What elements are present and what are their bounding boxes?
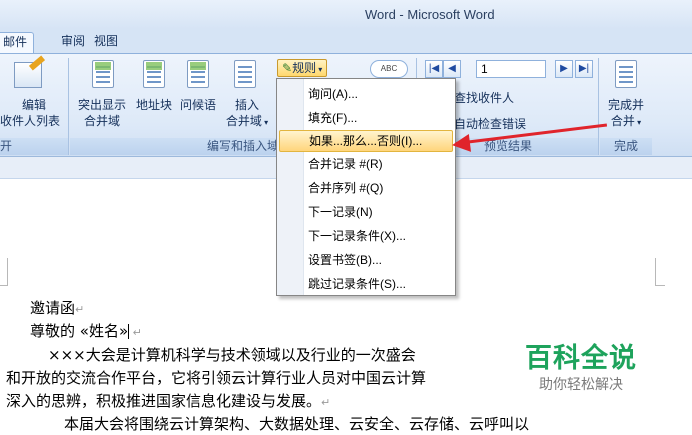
finish-label-2-text: 合并 <box>610 114 635 128</box>
finish-merge-button[interactable]: 完成并 合并 ▾ <box>600 58 652 138</box>
chevron-down-icon: ▾ <box>316 65 323 74</box>
menu-item-skip-record-if[interactable]: 跳过记录条件(S)... <box>279 273 453 295</box>
watermark: 百科全说 助你轻松解决 <box>516 343 646 393</box>
edit-label-2: 收件人列表 <box>0 114 60 128</box>
menu-item-next-record[interactable]: 下一记录(N) <box>279 201 453 223</box>
paragraph-mark-icon: ↵ <box>129 326 142 339</box>
annotation-arrow-icon <box>450 133 472 155</box>
finish-label-2: 合并 ▾ <box>600 114 652 130</box>
margin-corner-left <box>0 258 8 286</box>
previous-record-button[interactable]: ◀ <box>443 60 461 78</box>
rules-dropdown-menu: 询问(A)... 填充(F)... 如果...那么...否则(I)... 合并记… <box>276 78 456 296</box>
document-line-1-text: 邀请函 <box>30 299 76 317</box>
next-record-button[interactable]: ▶ <box>555 60 573 78</box>
insert-field-icon <box>234 60 256 88</box>
menu-item-merge-sequence[interactable]: 合并序列 #(Q) <box>279 177 453 199</box>
first-record-button[interactable]: |◀ <box>425 60 443 78</box>
auto-check-errors-label: 自动检查错误 <box>454 117 527 131</box>
watermark-title: 百科全说 <box>525 343 637 374</box>
tab-view[interactable]: 视图 <box>88 32 124 53</box>
group-label-finish: 完成 <box>600 138 652 155</box>
highlight-label-1: 突出显示 <box>77 98 126 112</box>
paragraph-mark-icon: ↵ <box>75 303 85 316</box>
greeting-line-label: 问候语 <box>179 98 216 112</box>
recipient-list-icon <box>14 55 46 88</box>
document-line-2[interactable]: 尊敬的 «姓名» ↵ <box>30 320 142 341</box>
insert-label-1: 插入 <box>234 98 259 112</box>
address-block-icon <box>143 60 165 88</box>
group-label-start: 开 <box>0 138 68 155</box>
record-number-input[interactable]: 1 <box>476 60 546 78</box>
dropdown-arrow-icon: ▾ <box>634 118 642 127</box>
paragraph-mark-icon: ↵ <box>321 396 331 409</box>
preview-results-icon[interactable]: ABC <box>370 60 408 78</box>
menu-item-if-then-else[interactable]: 如果...那么...否则(I)... <box>279 130 453 152</box>
find-recipient-label: 查找收件人 <box>454 91 515 105</box>
window-title: Word - Microsoft Word <box>365 7 495 22</box>
edit-recipient-list-button[interactable]: 编辑 收件人列表 <box>0 55 68 138</box>
menu-item-ask[interactable]: 询问(A)... <box>279 83 453 105</box>
dropdown-arrow-icon: ▾ <box>261 118 269 127</box>
document-line-5[interactable]: 深入的思辨，积极推进国家信息化建设与发展。↵ <box>6 390 330 411</box>
document-line-2-text: 尊敬的 «姓名» <box>30 322 129 340</box>
menu-item-merge-record[interactable]: 合并记录 #(R) <box>279 153 453 175</box>
menu-item-next-record-if[interactable]: 下一记录条件(X)... <box>279 225 453 247</box>
last-record-button[interactable]: ▶| <box>575 60 593 78</box>
finish-merge-icon <box>615 60 637 88</box>
document-line-4[interactable]: 和开放的交流合作平台，它将引领云计算行业人员对中国云计算 <box>6 367 426 388</box>
document-line-3[interactable]: ×××大会是计算机科学与技术领域以及行业的一次盛会 <box>48 344 416 365</box>
tab-mailings[interactable]: 邮件 <box>0 32 35 53</box>
insert-label-2-text: 合并域 <box>225 114 262 128</box>
address-block-button[interactable]: 地址块 <box>132 58 176 138</box>
edit-label-1: 编辑 <box>21 98 46 112</box>
rules-label: 规则 <box>292 61 317 75</box>
rules-button[interactable]: ✎规则 ▾ <box>277 59 328 77</box>
highlight-merge-fields-button[interactable]: 突出显示 合并域 <box>72 58 132 138</box>
menu-item-fill-in[interactable]: 填充(F)... <box>279 107 453 129</box>
tab-review[interactable]: 审阅 <box>55 32 91 53</box>
document-line-5-text: 深入的思辨，积极推进国家信息化建设与发展。 <box>6 392 322 410</box>
document-line-6[interactable]: 本届大会将围绕云计算架构、大数据处理、云安全、云存储、云呼叫以 <box>64 413 529 434</box>
menu-item-set-bookmark[interactable]: 设置书签(B)... <box>279 249 453 271</box>
document-line-1[interactable]: 邀请函↵ <box>30 297 84 318</box>
ribbon-tabs: 邮件 审阅 视图 <box>0 29 692 53</box>
rules-icon: ✎ <box>282 61 293 75</box>
insert-label-2: 合并域 ▾ <box>222 114 272 130</box>
watermark-subtitle: 助你轻松解决 <box>539 376 623 392</box>
greeting-line-icon <box>187 60 209 88</box>
greeting-line-button[interactable]: 问候语 <box>176 58 220 138</box>
highlight-fields-icon <box>92 60 114 88</box>
title-bar: Word - Microsoft Word <box>0 0 692 29</box>
address-block-label: 地址块 <box>135 98 172 112</box>
finish-label-1: 完成并 <box>607 98 644 112</box>
insert-merge-field-button[interactable]: 插入 合并域 ▾ <box>222 58 272 138</box>
margin-corner-right <box>655 258 665 286</box>
highlight-label-2: 合并域 <box>83 114 120 128</box>
